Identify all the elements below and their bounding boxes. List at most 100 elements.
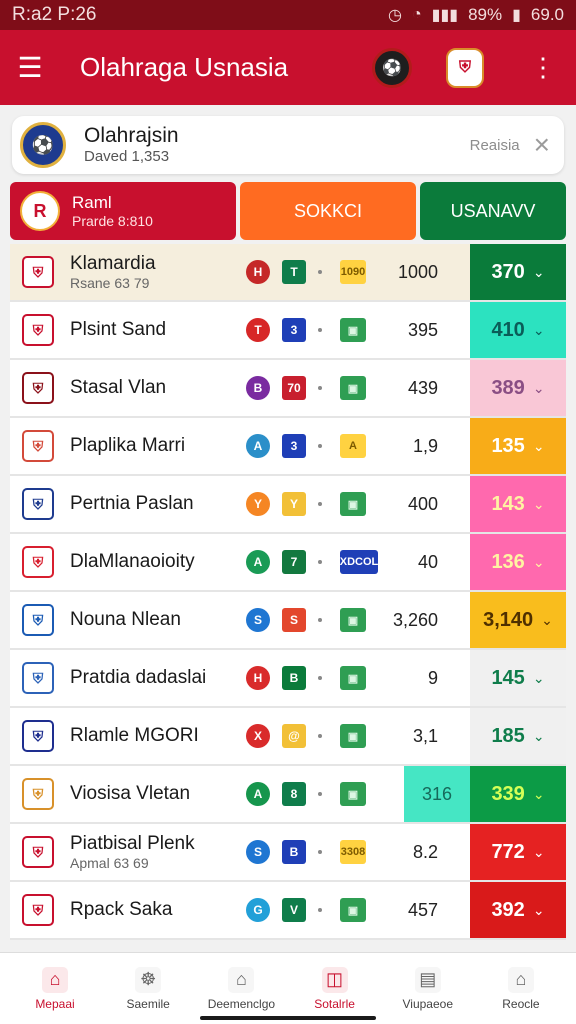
- separator-dot: [318, 386, 322, 390]
- status-icons: ◷ ◔ ▮▮▮ 89% ▮ 69.0: [388, 5, 564, 25]
- team-crest-icon: ⛨: [22, 662, 54, 694]
- list-item[interactable]: ⛨ Plsint Sand T 3 ▣ 395 410 ⌄: [10, 302, 566, 360]
- app-screen: { "status": { "time": "R:a2 P:26", "batt…: [0, 0, 576, 1024]
- list-item[interactable]: ⛨ Pratdia dadaslai H B ▣ 9 145 ⌄: [10, 650, 566, 708]
- primary-tab-text: Raml Prarde 8:810: [72, 193, 153, 229]
- tab-green[interactable]: USANAVV: [420, 182, 566, 240]
- bottom-nav-label: Sotalrle: [314, 996, 355, 1011]
- list-item[interactable]: ⛨ Plaplika Marri A 3 A 1,9 135 ⌄: [10, 418, 566, 476]
- chevron-down-icon: ⌄: [541, 611, 553, 628]
- score-value: 392: [491, 898, 525, 921]
- team-crest-icon: ⛨: [22, 836, 54, 868]
- list-item[interactable]: ⛨ Rlamle MGORI X @ ▣ 3,1 185 ⌄: [10, 708, 566, 766]
- category-chip-icon: B: [282, 666, 306, 690]
- team-value: 439: [407, 377, 438, 398]
- score-badge[interactable]: 145 ⌄: [470, 650, 566, 706]
- search-action-label[interactable]: Reaisia: [470, 137, 520, 154]
- team-value: 3,1: [412, 725, 438, 746]
- team-name: Rlamle MGORI: [70, 725, 199, 746]
- separator-dot: [318, 502, 322, 506]
- bottom-nav-label: Saemile: [126, 996, 170, 1011]
- team-name-block: Stasal Vlan: [70, 377, 246, 399]
- score-badge[interactable]: 136 ⌄: [470, 534, 566, 590]
- chevron-down-icon: ⌄: [532, 495, 545, 512]
- list-item[interactable]: ⛨ Viosisa Vletan A 8 ▣ 316 339 ⌄: [10, 766, 566, 824]
- score-badge[interactable]: 772 ⌄: [470, 824, 566, 880]
- team-subtitle: Apmal 63 69: [70, 855, 149, 871]
- chevron-down-icon: ⌄: [532, 727, 545, 744]
- score-badge[interactable]: 410 ⌄: [470, 302, 566, 358]
- team-crest-icon: ⛨: [22, 546, 54, 578]
- team-value: 3,260: [392, 609, 438, 630]
- team-name: Rpack Saka: [70, 899, 173, 920]
- separator-dot: [318, 792, 322, 796]
- bottom-nav-icon: ⌂: [507, 966, 534, 993]
- menu-button[interactable]: ☰: [0, 30, 60, 105]
- list-item[interactable]: ⛨ Rpack Saka G V ▣ 457 392 ⌄: [10, 882, 566, 940]
- status-chip-icon: H: [246, 260, 270, 284]
- list-item[interactable]: ⛨ Klamardia Rsane 63 79 H T 1090 1000 370 ⌄: [10, 244, 566, 302]
- sport-club-badge[interactable]: ⚽: [372, 47, 412, 88]
- separator-dot: [318, 676, 322, 680]
- list-item[interactable]: ⛨ Nouna Nlean S S ▣ 3,260 3,140 ⌄: [10, 592, 566, 650]
- bottom-nav-item[interactable]: ⌂ Reocle: [478, 953, 564, 1024]
- team-name-block: Pertnia Paslan: [70, 493, 246, 515]
- separator-dot: [318, 734, 322, 738]
- score-badge[interactable]: 339 ⌄: [470, 766, 566, 822]
- team-name-block: Klamardia Rsane 63 79: [70, 253, 246, 291]
- signal-icon: ▮▮▮: [431, 7, 459, 24]
- separator-dot: [318, 850, 322, 854]
- score-badge[interactable]: 392 ⌄: [470, 882, 566, 938]
- tab-orange[interactable]: SOKKCI: [240, 182, 416, 240]
- bottom-nav-item[interactable]: ☸ Saemile: [105, 953, 191, 1024]
- team-name-block: Plaplika Marri: [70, 435, 246, 457]
- bottom-nav-label: Deemenclgo: [207, 996, 276, 1011]
- bottom-nav-item[interactable]: ⌂ Deemenclgo: [198, 953, 284, 1024]
- score-badge[interactable]: 135 ⌄: [470, 418, 566, 474]
- bottom-nav-label: Reocle: [502, 996, 540, 1011]
- team-name: Klamardia: [70, 253, 156, 274]
- category-chip-icon: 70: [282, 376, 306, 400]
- team-value: 400: [407, 493, 438, 514]
- category-chip-icon: V: [282, 898, 306, 922]
- team-name: DlaMlanaoioity: [70, 551, 195, 572]
- battery-icon: ▮: [512, 7, 521, 24]
- close-search-button[interactable]: ×: [534, 129, 550, 161]
- score-badge[interactable]: 143 ⌄: [470, 476, 566, 532]
- team-value: 40: [417, 551, 438, 572]
- shield-badge[interactable]: ⛨: [446, 47, 484, 88]
- chevron-down-icon: ⌄: [532, 901, 545, 918]
- more-options-button[interactable]: ⋮: [528, 30, 558, 105]
- bottom-nav-item[interactable]: ⌂ Mepaai: [12, 953, 98, 1024]
- team-crest-icon: ⛨: [22, 256, 54, 288]
- list-item[interactable]: ⛨ Pertnia Paslan Y Y ▣ 400 143 ⌄: [10, 476, 566, 534]
- score-badge[interactable]: 370 ⌄: [470, 244, 566, 300]
- team-name: Pertnia Paslan: [70, 493, 194, 514]
- chevron-down-icon: ⌄: [532, 785, 545, 802]
- bottom-nav-item[interactable]: ◫ Sotalrle: [292, 953, 378, 1024]
- score-value: 143: [491, 492, 525, 515]
- bottom-nav-icon: ☸: [135, 966, 162, 993]
- list-item[interactable]: ⛨ Stasal Vlan B 70 ▣ 439 389 ⌄: [10, 360, 566, 418]
- separator-dot: [318, 560, 322, 564]
- score-badge[interactable]: 389 ⌄: [470, 360, 566, 416]
- separator-dot: [318, 618, 322, 622]
- team-crest-icon: ⛨: [22, 372, 54, 404]
- tab-primary[interactable]: R Raml Prarde 8:810: [10, 182, 236, 240]
- bottom-nav-item[interactable]: ▤ Viupaeoe: [385, 953, 471, 1024]
- wifi-icon: ◔: [411, 6, 422, 23]
- list-item[interactable]: ⛨ DlaMlanaoioity A 7 XDCOL 40 136 ⌄: [10, 534, 566, 592]
- team-value: 9: [427, 667, 438, 688]
- score-value: 772: [491, 840, 525, 863]
- score-badge[interactable]: 3,140 ⌄: [470, 592, 566, 648]
- score-badge[interactable]: 185 ⌄: [470, 708, 566, 764]
- team-value: 1000: [397, 261, 438, 282]
- team-name-block: Plsint Sand: [70, 319, 246, 341]
- team-value: 457: [407, 899, 438, 920]
- list-item[interactable]: ⛨ Piatbisal Plenk Apmal 63 69 S B 3308 8.2 772 ⌄: [10, 824, 566, 882]
- status-chip-icon: A: [246, 550, 270, 574]
- team-name-block: Rpack Saka: [70, 899, 246, 921]
- status-chip-icon: A: [246, 434, 270, 458]
- category-chip-icon: 3: [282, 318, 306, 342]
- team-name: Piatbisal Plenk: [70, 833, 195, 854]
